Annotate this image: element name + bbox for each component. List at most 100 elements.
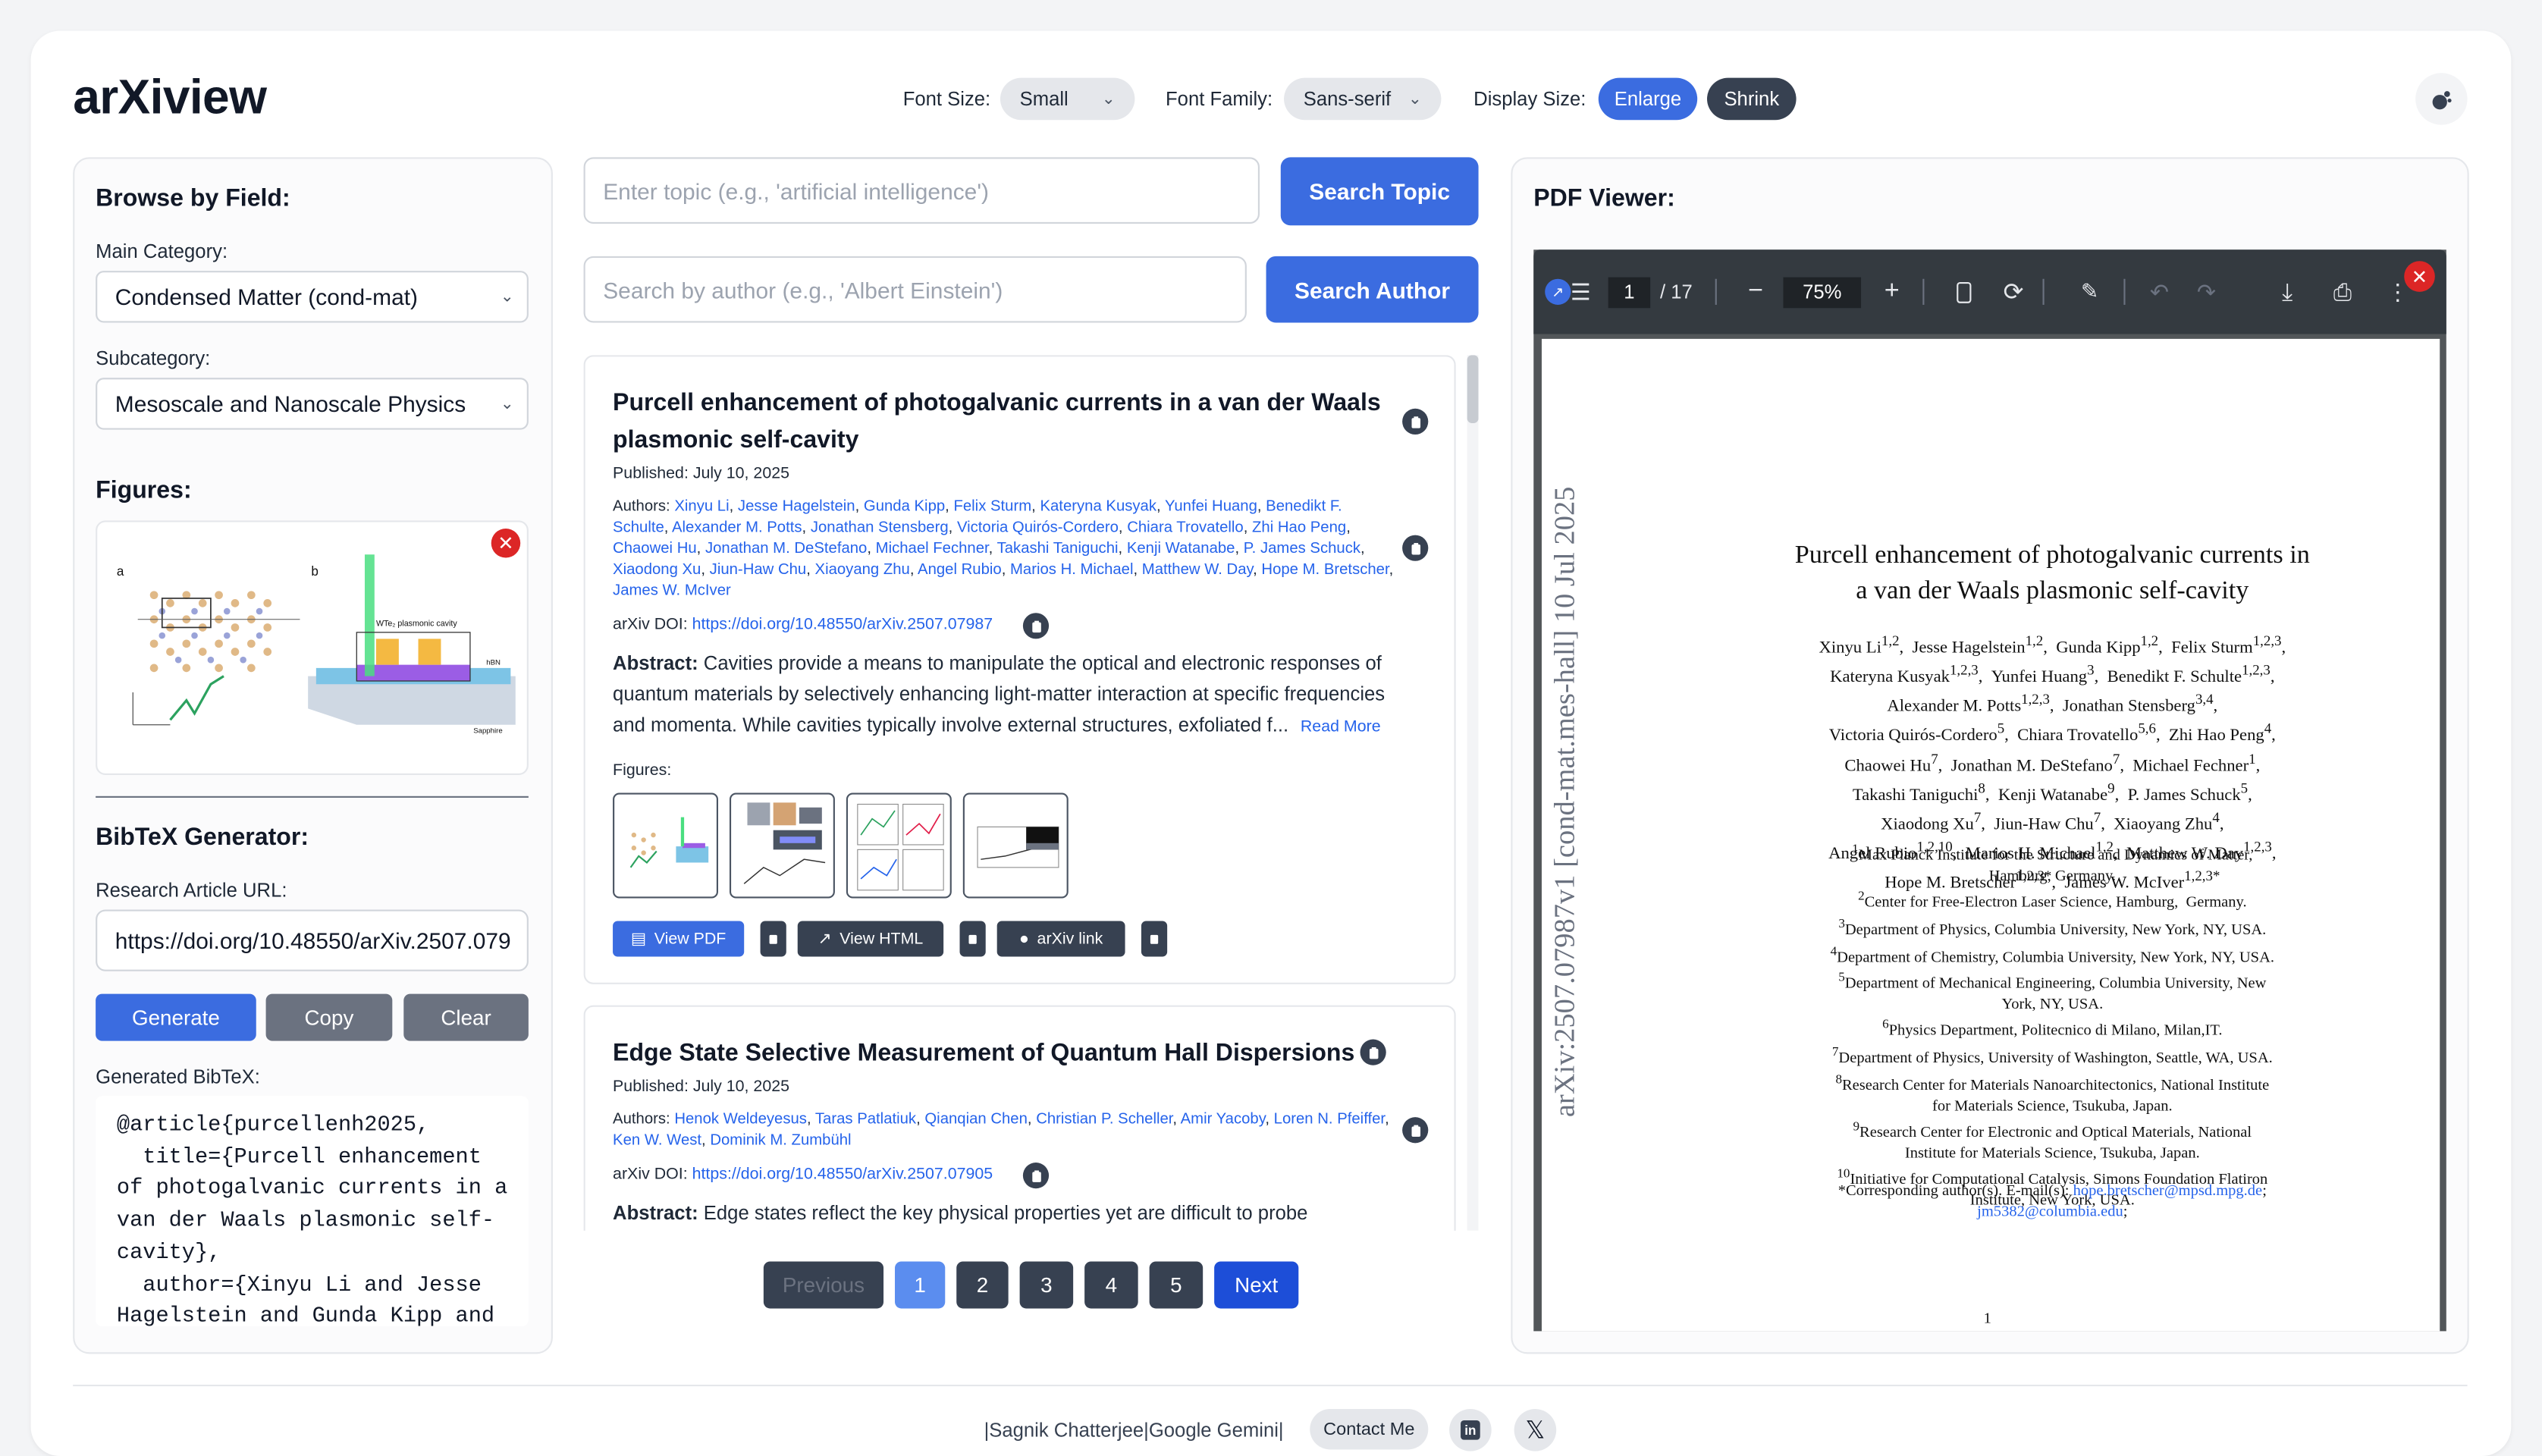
copy-authors-button[interactable] xyxy=(1402,535,1429,561)
print-button[interactable]: ⎙ xyxy=(2327,249,2359,334)
zoom-in-button[interactable]: + xyxy=(1877,249,1906,334)
contact-me-button[interactable]: Contact Me xyxy=(1310,1409,1429,1450)
font-size-select[interactable]: Small ⌄ xyxy=(1000,77,1135,121)
shrink-button[interactable]: Shrink xyxy=(1706,77,1797,121)
author-link[interactable]: Xinyu Li xyxy=(674,497,729,516)
url-input[interactable]: https://doi.org/10.48550/arXiv.2507.079 xyxy=(96,909,529,971)
author-link[interactable]: Chiara Trovatello xyxy=(1127,519,1244,537)
author-link[interactable]: Yunfei Huang xyxy=(1165,497,1257,516)
x-twitter-button[interactable]: 𝕏 xyxy=(1514,1409,1557,1451)
author-link[interactable]: Victoria Quirós-Cordero xyxy=(957,519,1119,537)
zoom-out-button[interactable]: − xyxy=(1741,249,1770,334)
author-link[interactable]: Alexander M. Potts xyxy=(672,519,802,537)
font-family-select[interactable]: Sans-serif ⌄ xyxy=(1284,77,1442,121)
email-link[interactable]: jm5382@columbia.edu xyxy=(1977,1202,2123,1220)
next-page-button[interactable]: Next xyxy=(1214,1261,1299,1309)
doi-link[interactable]: https://doi.org/10.48550/arXiv.2507.0790… xyxy=(692,1166,993,1184)
author-link[interactable]: Jonathan Stensberg xyxy=(811,519,949,537)
linkedin-button[interactable]: in xyxy=(1449,1409,1492,1451)
bibtex-output[interactable]: @article{purcellenh2025, title={Purcell … xyxy=(96,1096,529,1326)
page-button-3[interactable]: 3 xyxy=(1019,1261,1074,1309)
author-link[interactable]: Kateryna Kusyak xyxy=(1040,497,1156,516)
previous-page-button[interactable]: Previous xyxy=(763,1261,884,1309)
author-link[interactable]: Christian P. Scheller xyxy=(1036,1111,1172,1129)
view-html-button[interactable]: ↗ View HTML xyxy=(797,921,944,957)
email-link[interactable]: hope.bretscher@mpsd.mpg.de xyxy=(2073,1182,2263,1200)
author-link[interactable]: Ken W. West xyxy=(613,1131,701,1150)
author-link[interactable]: Henok Weldeyesus xyxy=(674,1111,807,1129)
figure-thumbnail[interactable] xyxy=(613,792,719,899)
page-button-1[interactable]: 1 xyxy=(895,1261,946,1309)
author-link[interactable]: Matthew W. Day xyxy=(1142,561,1253,579)
copy-arxiv-link-button[interactable] xyxy=(1141,921,1168,957)
page-button-5[interactable]: 5 xyxy=(1149,1261,1204,1309)
article-title[interactable]: Purcell enhancement of photogalvanic cur… xyxy=(613,384,1382,459)
author-link[interactable]: Amir Yacoby xyxy=(1181,1111,1266,1129)
author-link[interactable]: Marios H. Michael xyxy=(1010,561,1134,579)
scrollbar-track[interactable] xyxy=(1467,355,1479,1231)
copy-html-link-button[interactable] xyxy=(959,921,986,957)
figure-thumbnail[interactable] xyxy=(846,792,952,899)
generate-button[interactable]: Generate xyxy=(96,993,256,1041)
topic-search-input[interactable]: Enter topic (e.g., 'artificial intellige… xyxy=(583,157,1260,224)
author-link[interactable]: Felix Sturm xyxy=(953,497,1031,516)
article-title[interactable]: Edge State Selective Measurement of Quan… xyxy=(613,1034,1354,1072)
page-button-4[interactable]: 4 xyxy=(1084,1261,1138,1309)
close-pdf-button[interactable]: ✕ xyxy=(2404,261,2435,292)
author-link[interactable]: Xiaoyang Zhu xyxy=(815,561,910,579)
more-options-button[interactable]: ⋮ xyxy=(2383,249,2412,334)
page-button-2[interactable]: 2 xyxy=(956,1261,1009,1309)
close-figure-button[interactable]: ✕ xyxy=(491,529,521,558)
author-link[interactable]: Takashi Taniguchi xyxy=(997,540,1119,558)
redo-button[interactable]: ↷ xyxy=(2192,249,2220,334)
copy-button[interactable]: Copy xyxy=(265,993,393,1041)
clear-button[interactable]: Clear xyxy=(403,993,529,1041)
author-search-input[interactable]: Search by author (e.g., 'Albert Einstein… xyxy=(583,256,1247,323)
author-link[interactable]: P. James Schuck xyxy=(1244,540,1360,558)
author-link[interactable]: James W. McIver xyxy=(613,582,731,601)
author-link[interactable]: Xiaodong Xu xyxy=(613,561,701,579)
author-link[interactable]: Jesse Hagelstein xyxy=(738,497,855,516)
copy-title-button[interactable] xyxy=(1360,1039,1386,1065)
author-link[interactable]: Gunda Kipp xyxy=(864,497,945,516)
main-category-select[interactable]: Condensed Matter (cond-mat) ⌄ xyxy=(96,271,529,323)
undo-button[interactable]: ↶ xyxy=(2145,249,2173,334)
author-link[interactable]: Hope M. Bretscher xyxy=(1261,561,1389,579)
author-link[interactable]: Zhi Hao Peng xyxy=(1252,519,1346,537)
copy-doi-button[interactable] xyxy=(1022,613,1050,639)
arxiv-link-button[interactable]: ● arXiv link xyxy=(996,921,1125,957)
fit-page-button[interactable] xyxy=(1949,249,1978,334)
scrollbar-thumb[interactable] xyxy=(1467,355,1479,424)
doi-link[interactable]: https://doi.org/10.48550/arXiv.2507.0798… xyxy=(692,616,993,634)
download-button[interactable]: ⤓ xyxy=(2273,249,2302,334)
view-pdf-button[interactable]: ▤ View PDF xyxy=(613,921,745,957)
author-link[interactable]: Jiun-Haw Chu xyxy=(710,561,807,579)
page-number-input[interactable]: 1 xyxy=(1608,249,1651,334)
copy-authors-button[interactable] xyxy=(1402,1117,1429,1144)
author-link[interactable]: Loren N. Pfeiffer xyxy=(1274,1111,1385,1129)
copy-pdf-link-button[interactable] xyxy=(760,921,786,957)
rotate-button[interactable]: ⟳ xyxy=(1999,249,2028,334)
search-author-button[interactable]: Search Author xyxy=(1266,256,1479,323)
menu-button[interactable]: ☰ xyxy=(1566,249,1595,334)
annotate-button[interactable]: ✎ xyxy=(2075,249,2104,334)
author-link[interactable]: Taras Patlatiuk xyxy=(815,1111,916,1129)
theme-toggle-button[interactable] xyxy=(2415,73,2468,125)
zoom-input[interactable]: 75% xyxy=(1783,249,1862,334)
copy-doi-button[interactable] xyxy=(1022,1163,1050,1189)
results-list[interactable]: Purcell enhancement of photogalvanic cur… xyxy=(583,355,1479,1231)
author-link[interactable]: Michael Fechner xyxy=(876,540,989,558)
search-topic-button[interactable]: Search Topic xyxy=(1280,157,1479,226)
copy-title-button[interactable] xyxy=(1402,408,1429,435)
subcategory-select[interactable]: Mesoscale and Nanoscale Physics ⌄ xyxy=(96,378,529,430)
enlarge-button[interactable]: Enlarge xyxy=(1598,77,1698,121)
author-link[interactable]: Angel Rubio xyxy=(918,561,1002,579)
figure-thumbnail[interactable] xyxy=(962,792,1069,899)
read-more-link[interactable]: Read More xyxy=(1301,718,1381,736)
author-link[interactable]: Kenji Watanabe xyxy=(1127,540,1235,558)
figure-thumbnail[interactable] xyxy=(729,792,835,899)
author-link[interactable]: Dominik M. Zumbühl xyxy=(710,1131,851,1150)
author-link[interactable]: Chaowei Hu xyxy=(613,540,697,558)
author-link[interactable]: Qianqian Chen xyxy=(924,1111,1028,1129)
figure-preview[interactable]: a b WTe₂ plasmonic cavity Sapphire hBN ✕ xyxy=(96,520,529,776)
